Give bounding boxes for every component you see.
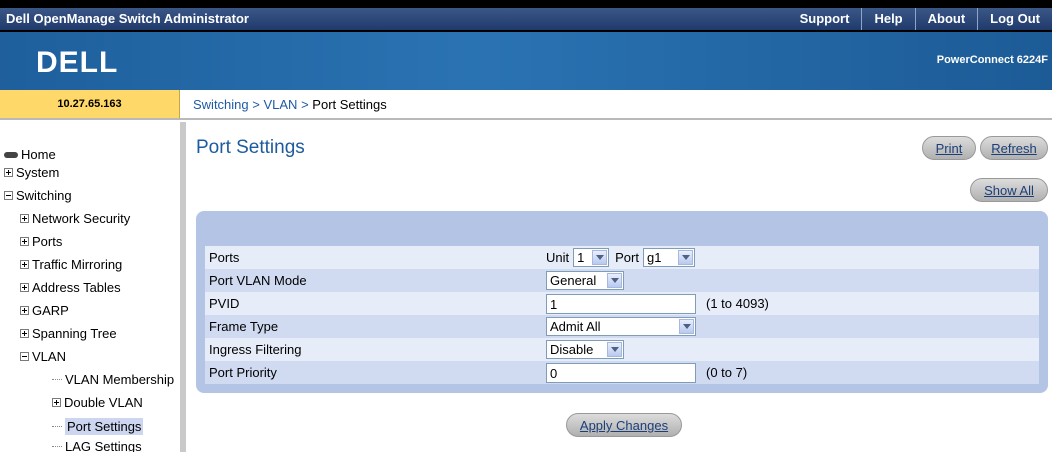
port-priority-input[interactable]: 0 [546, 362, 696, 383]
tree-connector [52, 426, 62, 427]
sidebar-item-vlan[interactable]: VLAN [20, 349, 66, 364]
sidebar-item-lag-settings[interactable]: LAG Settings [52, 439, 142, 452]
sidebar-divider [180, 122, 186, 452]
about-link[interactable]: About [914, 8, 978, 30]
expand-icon[interactable] [20, 214, 29, 223]
expand-icon[interactable] [20, 283, 29, 292]
ingress-filtering-row: Ingress Filtering Disable [205, 338, 1039, 361]
expand-icon[interactable] [52, 398, 61, 407]
breadcrumb-vlan[interactable]: VLAN [263, 97, 297, 112]
unit-label: Unit [546, 250, 570, 265]
apply-changes-button[interactable]: Apply Changes [566, 413, 682, 437]
logout-link[interactable]: Log Out [977, 8, 1052, 30]
sidebar-item-address-tables[interactable]: Address Tables [20, 280, 121, 295]
ip-address: 10.27.65.163 [0, 90, 180, 118]
chevron-down-icon [679, 319, 694, 334]
sidebar-item-network-security[interactable]: Network Security [20, 211, 130, 226]
dell-logo: DELL [36, 46, 119, 79]
port-priority-range-hint: (0 to 7) [706, 365, 748, 380]
ports-controls: Unit 1 Port g1 [546, 247, 695, 268]
collapse-icon[interactable] [4, 191, 13, 200]
chevron-down-icon [677, 250, 693, 265]
model-name: PowerConnect 6224F [936, 54, 1048, 66]
show-all-button[interactable]: Show All [970, 178, 1048, 202]
expand-icon[interactable] [20, 260, 29, 269]
sidebar-item-ports[interactable]: Ports [20, 234, 62, 249]
port-priority-label: Port Priority [209, 365, 277, 380]
ingress-filtering-label: Ingress Filtering [209, 342, 302, 357]
expand-icon[interactable] [20, 306, 29, 315]
sidebar-item-home[interactable]: Home [4, 147, 56, 162]
chevron-down-icon [607, 342, 622, 357]
expand-icon[interactable] [20, 329, 29, 338]
port-vlan-mode-label: Port VLAN Mode [209, 273, 307, 288]
unit-select[interactable]: 1 [573, 248, 610, 267]
pvid-input[interactable]: 1 [546, 293, 696, 314]
breadcrumb-separator: > [252, 97, 260, 112]
page-title: Port Settings [196, 137, 305, 158]
banner: DELL PowerConnect 6224F [0, 32, 1052, 90]
port-label: Port [615, 250, 639, 265]
pvid-range-hint: (1 to 4093) [706, 296, 769, 311]
sidebar-item-spanning-tree[interactable]: Spanning Tree [20, 326, 117, 341]
ingress-filtering-select[interactable]: Disable [546, 340, 624, 359]
ports-label: Ports [209, 250, 240, 265]
tree-connector [52, 379, 62, 380]
breadcrumb-separator: > [301, 97, 309, 112]
breadcrumb: Switching > VLAN > Port Settings [193, 97, 387, 112]
chevron-down-icon [592, 250, 608, 265]
refresh-button[interactable]: Refresh [980, 136, 1048, 160]
help-link[interactable]: Help [861, 8, 914, 30]
sidebar-item-traffic-mirroring[interactable]: Traffic Mirroring [20, 257, 122, 272]
pvid-label: PVID [209, 296, 240, 311]
expand-icon[interactable] [4, 168, 13, 177]
top-bar: Dell OpenManage Switch Administrator Sup… [0, 0, 1052, 32]
expand-icon[interactable] [20, 237, 29, 246]
home-icon [4, 151, 18, 158]
sidebar-item-garp[interactable]: GARP [20, 303, 69, 318]
support-link[interactable]: Support [788, 8, 862, 30]
frame-type-label: Frame Type [209, 319, 279, 334]
sidebar-item-port-settings[interactable]: Port Settings [52, 418, 144, 435]
app-title: Dell OpenManage Switch Administrator [6, 11, 249, 26]
tree-connector [52, 446, 62, 447]
sidebar: Home System Switching Network Security P… [0, 122, 186, 452]
port-vlan-mode-row: Port VLAN Mode General [205, 269, 1039, 292]
top-links: Support Help About Log Out [788, 8, 1052, 30]
frame-type-row: Frame Type Admit All [205, 315, 1039, 338]
print-button[interactable]: Print [922, 136, 976, 160]
sidebar-item-system[interactable]: System [4, 165, 59, 180]
sidebar-item-vlan-membership[interactable]: VLAN Membership [52, 372, 174, 387]
collapse-icon[interactable] [20, 352, 29, 361]
breadcrumb-switching[interactable]: Switching [193, 97, 249, 112]
ports-row: Ports Unit 1 Port g1 [205, 246, 1039, 269]
frame-type-select[interactable]: Admit All [546, 317, 696, 336]
sidebar-item-switching[interactable]: Switching [4, 188, 72, 203]
info-bar: 10.27.65.163 Switching > VLAN > Port Set… [0, 90, 1052, 120]
chevron-down-icon [607, 273, 622, 288]
port-select[interactable]: g1 [642, 248, 695, 267]
port-vlan-mode-select[interactable]: General [546, 271, 624, 290]
breadcrumb-current: Port Settings [312, 97, 387, 112]
sidebar-item-double-vlan[interactable]: Double VLAN [52, 395, 143, 410]
pvid-row: PVID 1 (1 to 4093) [205, 292, 1039, 315]
port-priority-row: Port Priority 0 (0 to 7) [205, 361, 1039, 384]
